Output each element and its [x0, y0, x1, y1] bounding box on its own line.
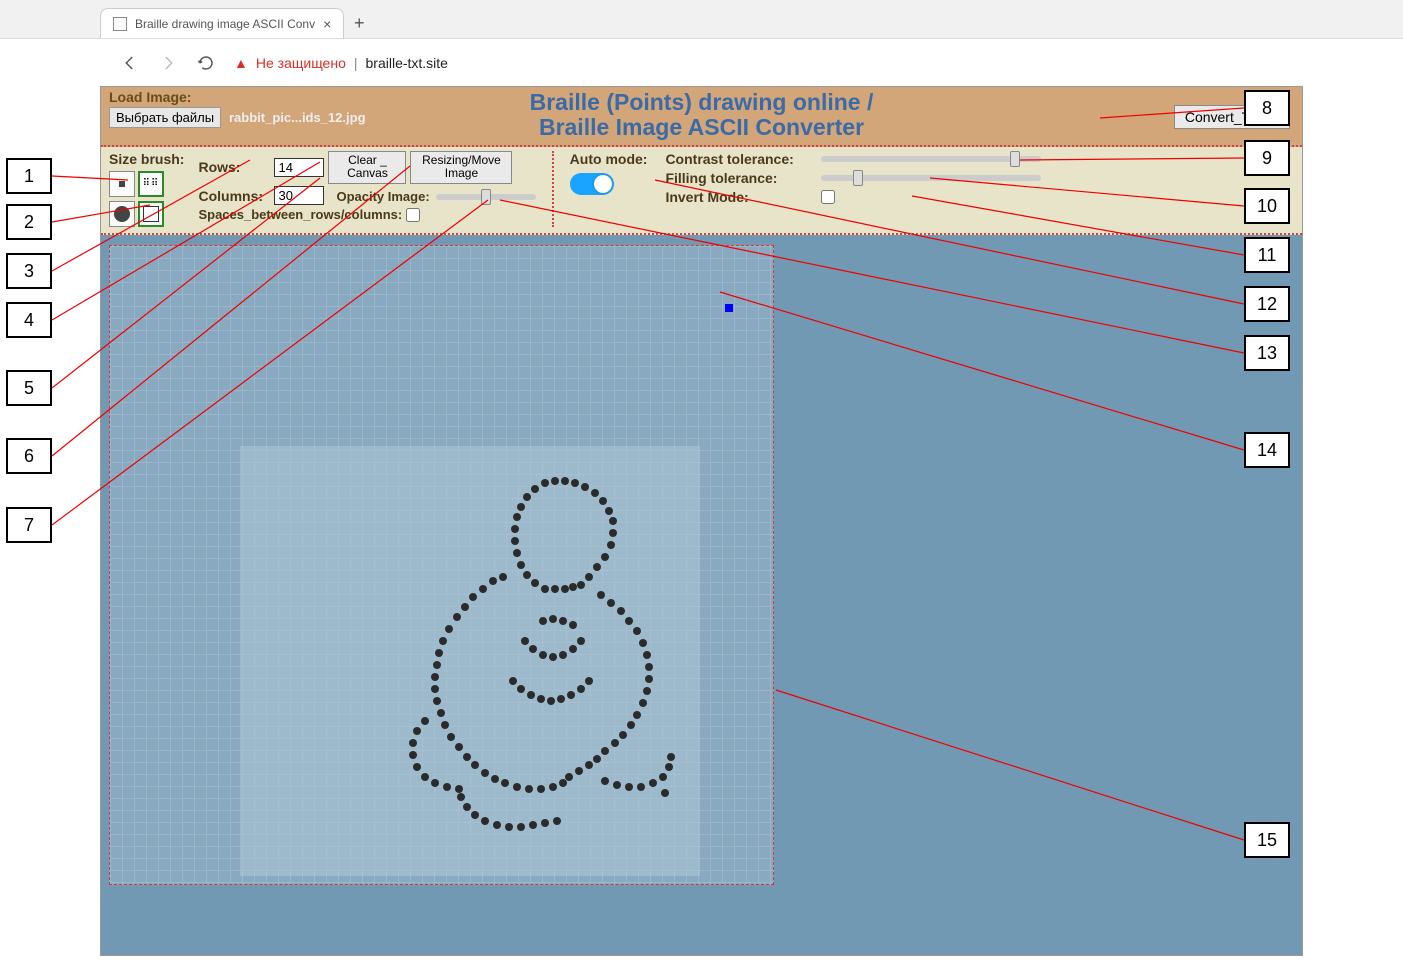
browser-chrome: Braille drawing image ASCII Conv × + ▲ Н…	[0, 0, 1403, 86]
brush-large[interactable]: ⠿⠿	[138, 171, 164, 197]
browser-tab[interactable]: Braille drawing image ASCII Conv ×	[100, 8, 344, 38]
warning-icon: ▲	[234, 55, 248, 71]
rows-input[interactable]	[274, 158, 324, 177]
tab-title: Braille drawing image ASCII Conv	[135, 17, 315, 31]
annotation-11: 11	[1244, 237, 1290, 273]
square-icon	[143, 206, 159, 222]
annotation-8: 8	[1244, 90, 1290, 126]
annotation-13: 13	[1244, 335, 1290, 371]
rows-row: Rows: Clear _ Canvas Resizing/Move Image	[198, 151, 535, 185]
new-tab-button[interactable]: +	[344, 8, 374, 38]
clear-canvas-button[interactable]: Clear _ Canvas	[328, 151, 406, 185]
brush-small[interactable]	[109, 171, 135, 197]
separator: |	[354, 55, 358, 71]
opacity-slider[interactable]	[436, 194, 536, 200]
rows-label: Rows:	[198, 159, 270, 175]
contrast-slider[interactable]	[821, 156, 1041, 162]
columns-label: Columns:	[198, 188, 270, 204]
braille-dots-icon	[305, 461, 805, 901]
annotation-6: 6	[6, 438, 52, 474]
columns-input[interactable]	[274, 186, 324, 205]
toolbar-separator	[552, 151, 554, 227]
brush-shape-options	[109, 201, 184, 227]
filling-row: Filling tolerance:	[665, 170, 1041, 186]
forward-button[interactable]	[158, 53, 178, 73]
annotation-7: 7	[6, 507, 52, 543]
invert-label: Invert Mode:	[665, 189, 815, 205]
invert-checkbox[interactable]	[821, 190, 835, 204]
brush-square[interactable]	[138, 201, 164, 227]
drawing-grid[interactable]	[109, 245, 774, 885]
auto-mode-column: Auto mode:	[570, 151, 648, 227]
contrast-row: Contrast tolerance:	[665, 151, 1041, 167]
tolerance-column: Contrast tolerance: Filling tolerance: I…	[665, 151, 1041, 227]
tab-strip: Braille drawing image ASCII Conv × +	[0, 0, 1403, 38]
brush-column: Size brush: ⠿⠿	[109, 151, 184, 227]
toggle-knob-icon	[594, 175, 612, 193]
annotation-1: 1	[6, 158, 52, 194]
annotation-3: 3	[6, 253, 52, 289]
annotation-2: 2	[6, 204, 52, 240]
size-brush-label: Size brush:	[109, 151, 184, 167]
spaces-label: Spaces_between_rows/columns:	[198, 207, 402, 222]
columns-row: Columns: Opacity Image:	[198, 186, 535, 205]
canvas-area[interactable]	[101, 235, 1302, 955]
security-text: Не защищено	[256, 55, 346, 71]
address-bar: ▲ Не защищено | braille-txt.site	[0, 38, 1403, 86]
spaces-row: Spaces_between_rows/columns:	[198, 207, 535, 222]
url-field[interactable]: ▲ Не защищено | braille-txt.site	[234, 55, 1303, 71]
annotation-14: 14	[1244, 432, 1290, 468]
loaded-file-name: rabbit_pic...ids_12.jpg	[229, 110, 366, 125]
auto-mode-label: Auto mode:	[570, 151, 648, 167]
resize-move-button[interactable]: Resizing/Move Image	[410, 151, 512, 185]
dots-icon: ⠿⠿	[143, 179, 160, 189]
toolbar: Size brush: ⠿⠿ Rows: Clear _ Canvas Resi…	[101, 147, 1302, 235]
auto-mode-toggle[interactable]	[570, 173, 614, 195]
url-host: braille-txt.site	[366, 55, 448, 71]
page-icon	[113, 17, 127, 31]
arrow-left-icon	[121, 54, 139, 72]
annotation-10: 10	[1244, 188, 1290, 224]
close-icon[interactable]: ×	[323, 16, 331, 32]
load-image-section: Load Image: Выбрать файлы rabbit_pic...i…	[109, 89, 366, 128]
brush-size-options: ⠿⠿	[109, 171, 184, 197]
choose-files-button[interactable]: Выбрать файлы	[109, 107, 221, 128]
rows-columns-column: Rows: Clear _ Canvas Resizing/Move Image…	[198, 151, 535, 227]
load-image-label: Load Image:	[109, 89, 366, 105]
annotation-4: 4	[6, 302, 52, 338]
contrast-label: Contrast tolerance:	[665, 151, 815, 167]
app: Load Image: Выбрать файлы rabbit_pic...i…	[100, 86, 1303, 956]
dot-icon	[119, 181, 125, 187]
circle-icon	[114, 206, 130, 222]
filling-slider[interactable]	[821, 175, 1041, 181]
resize-handle[interactable]	[725, 304, 733, 312]
annotation-9: 9	[1244, 140, 1290, 176]
filling-label: Filling tolerance:	[665, 170, 815, 186]
annotation-12: 12	[1244, 286, 1290, 322]
annotation-15: 15	[1244, 822, 1290, 858]
auto-settings: Auto mode: Contrast tolerance: Filling t…	[570, 151, 1294, 227]
invert-row: Invert Mode:	[665, 189, 1041, 205]
back-button[interactable]	[120, 53, 140, 73]
reload-button[interactable]	[196, 53, 216, 73]
app-header: Load Image: Выбрать файлы rabbit_pic...i…	[101, 87, 1302, 147]
spaces-checkbox[interactable]	[406, 208, 420, 222]
reload-icon	[197, 54, 215, 72]
brush-round[interactable]	[109, 201, 135, 227]
opacity-label: Opacity Image:	[336, 189, 429, 204]
annotation-5: 5	[6, 370, 52, 406]
opacity-row: Opacity Image:	[336, 189, 535, 204]
arrow-right-icon	[159, 54, 177, 72]
